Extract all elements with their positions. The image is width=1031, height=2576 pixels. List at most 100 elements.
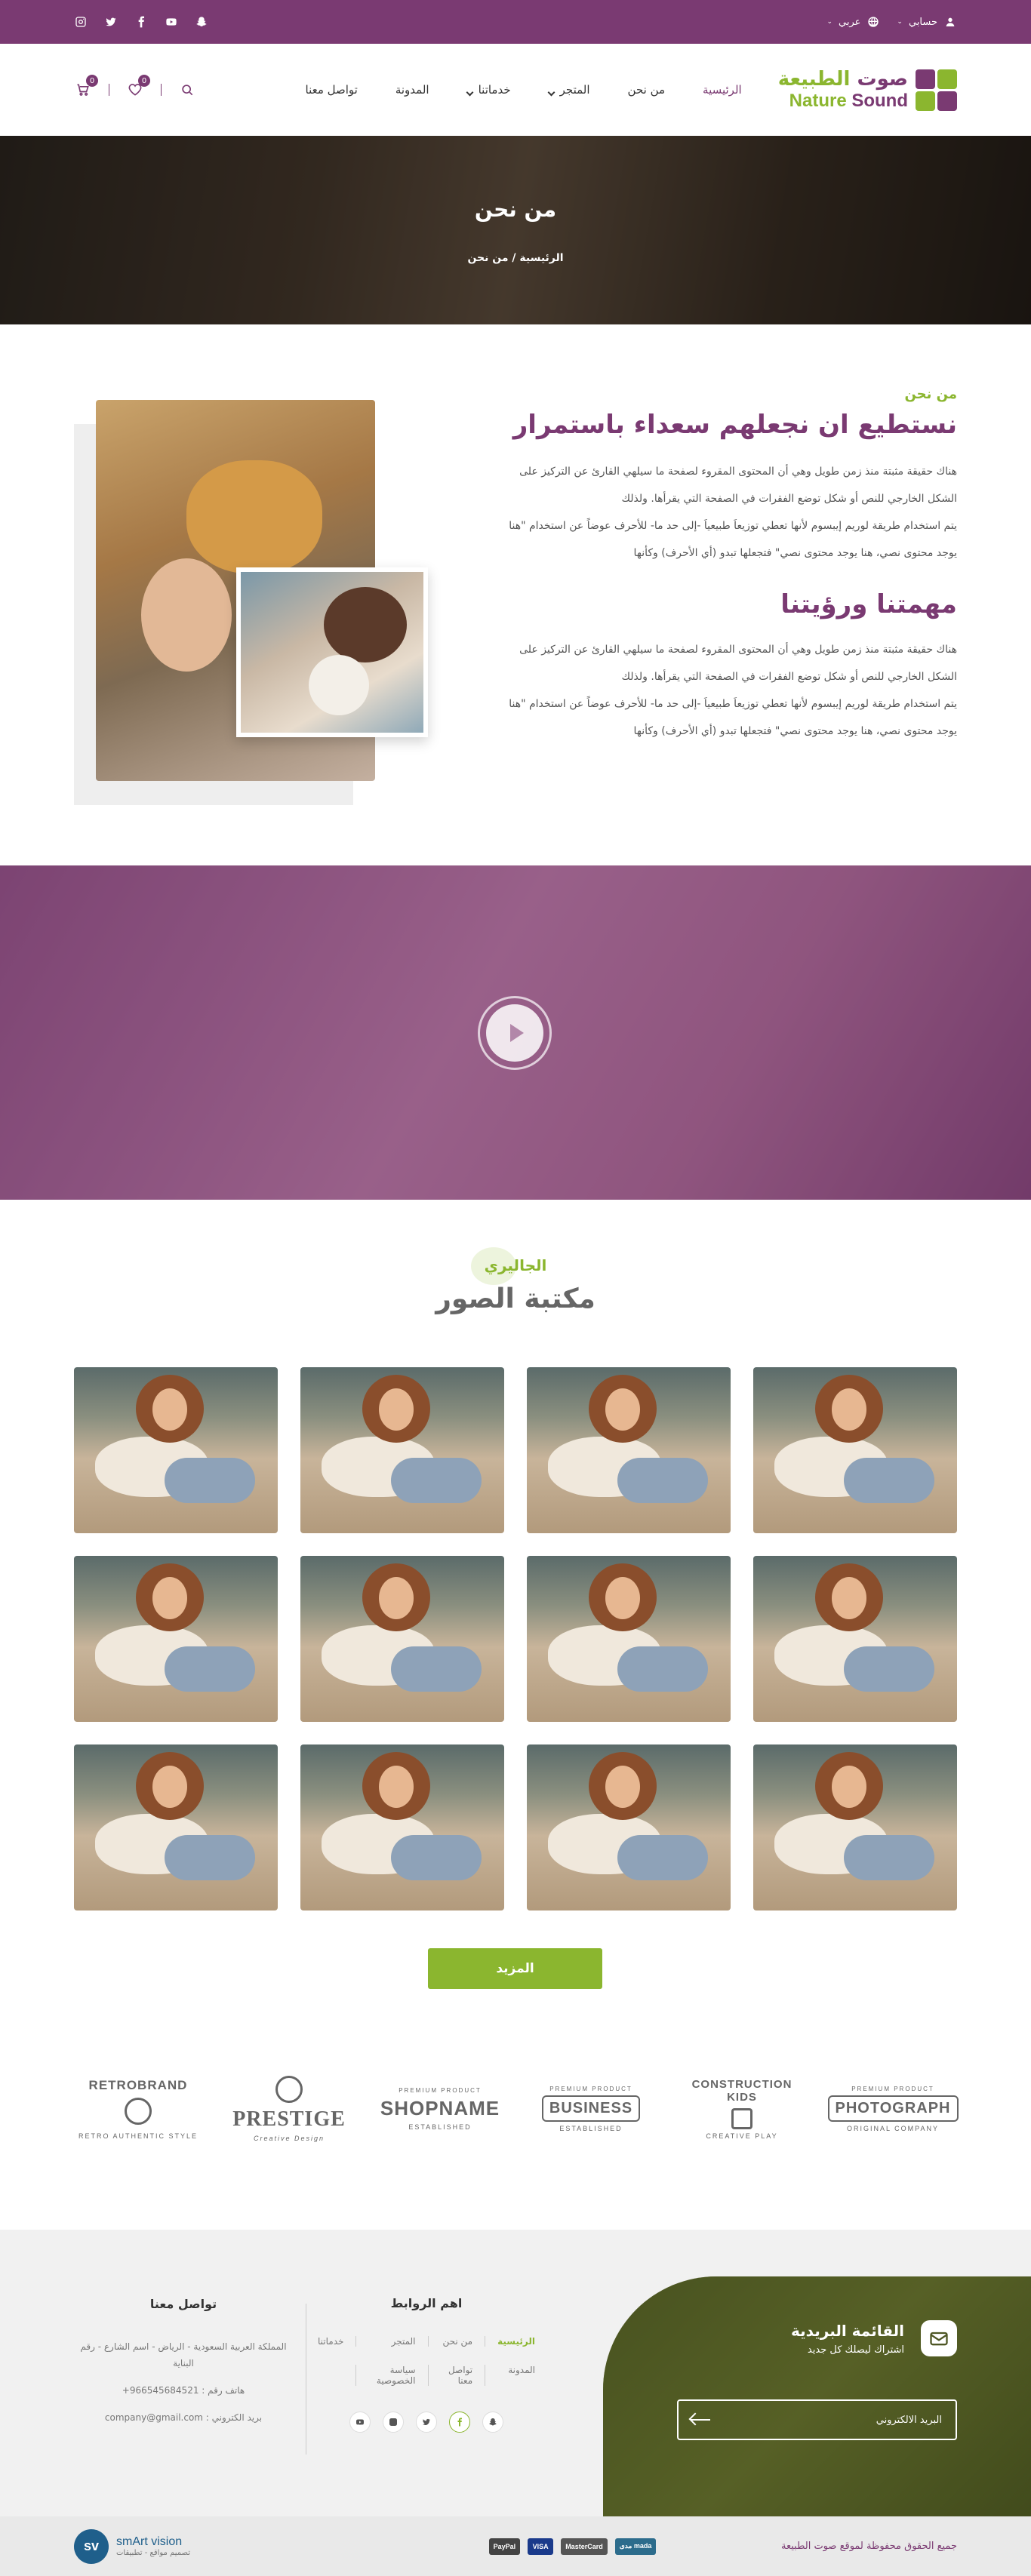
logo-english: Nature Sound bbox=[789, 91, 908, 111]
mada-icon: مدى mada bbox=[614, 2538, 657, 2555]
paypal-icon: PayPal bbox=[488, 2538, 521, 2555]
payment-methods: PayPal VISA MasterCard مدى mada bbox=[488, 2538, 657, 2555]
brand-logo[interactable]: PRESTIGE Creative Design bbox=[225, 2067, 353, 2150]
developer-credit[interactable]: sv smArt vision تصميم مواقع - تطبيقات bbox=[74, 2528, 190, 2564]
brand-logo[interactable]: PREMIUM PRODUCT PHOTOGRAPH ORIGINAL COMP… bbox=[827, 2067, 959, 2150]
brand-logo[interactable]: PREMIUM PRODUCT BUSINESS ESTABLISHED bbox=[527, 2067, 655, 2150]
bottom-bar: جميع الحقوق محفوظة لموقع صوت الطبيعة Pay… bbox=[0, 2516, 1031, 2576]
breadcrumb[interactable]: الرئيسية / من نحن bbox=[467, 252, 563, 264]
mission-paragraph-line: هناك حقيقة مثبتة منذ زمن طويل وهي أن الم… bbox=[519, 644, 957, 656]
gallery-image[interactable] bbox=[74, 1744, 278, 1910]
globe-icon bbox=[866, 15, 880, 29]
footer-contact: تواصل معنا المملكة العربية السعودية - ال… bbox=[74, 2296, 293, 2436]
about-paragraph-line: هناك حقيقة مثبتة منذ زمن طويل وهي أن الم… bbox=[519, 466, 957, 478]
about-paragraph-line: يتم استخدام طريقة لوريم إيبسوم لأنها تعط… bbox=[509, 520, 957, 532]
email-placeholder: البريد الالكتروني bbox=[876, 2414, 942, 2426]
about-inset-photo bbox=[236, 567, 428, 737]
language-switcher[interactable]: عربي ⌄ bbox=[826, 15, 880, 29]
nav-store[interactable]: المتجر bbox=[547, 83, 590, 97]
mission-paragraph-line: يوجد محتوى نصي، هنا يوجد محتوى نصي" فتجع… bbox=[633, 725, 958, 737]
brand-logos: PREMIUM PRODUCT PHOTOGRAPH ORIGINAL COMP… bbox=[74, 2064, 959, 2154]
gallery-image[interactable] bbox=[527, 1367, 731, 1533]
brand-logo[interactable]: CONSTRUCTION KIDS CREATIVE PLAY bbox=[678, 2067, 806, 2150]
gallery-image[interactable] bbox=[753, 1744, 957, 1910]
twitter-icon[interactable] bbox=[104, 15, 118, 29]
snapchat-icon[interactable] bbox=[195, 15, 208, 29]
contact-address: المملكة العربية السعودية - الرياض - اسم … bbox=[80, 2341, 287, 2369]
facebook-icon[interactable] bbox=[134, 15, 148, 29]
footer-link-privacy[interactable]: سياسة الخصوصية bbox=[355, 2365, 427, 2386]
account-label: حسابي bbox=[908, 16, 937, 28]
chevron-down-icon: ⌄ bbox=[897, 18, 903, 26]
nav-contact[interactable]: تواصل معنا bbox=[306, 83, 358, 97]
load-more-button[interactable]: المزيد bbox=[428, 1948, 602, 1989]
newsletter-subtitle: اشتراك ليصلك كل جديد bbox=[807, 2344, 904, 2356]
top-bar: حسابي ⌄ عربي ⌄ bbox=[0, 0, 1031, 44]
language-label: عربي bbox=[839, 16, 861, 28]
about-heading: نستطيع ان نجعلهم سعداء باستمرار bbox=[512, 410, 957, 440]
mission-paragraph-line: يتم استخدام طريقة لوريم إيبسوم لأنها تعط… bbox=[509, 698, 957, 710]
facebook-icon[interactable] bbox=[449, 2412, 470, 2433]
nav-about[interactable]: من نحن bbox=[628, 83, 666, 97]
video-section bbox=[0, 865, 1031, 1200]
arrow-left-icon[interactable] bbox=[689, 2412, 712, 2427]
footer-link-blog[interactable]: المدونة bbox=[485, 2365, 547, 2386]
site-footer: القائمة البريدية اشتراك ليصلك كل جديد ال… bbox=[0, 2230, 1031, 2516]
gallery-title: مكتبة الصور bbox=[435, 1283, 596, 1314]
contact-phone[interactable]: هاتف رقم : 966545684521+ bbox=[74, 2382, 293, 2399]
gallery-image[interactable] bbox=[300, 1367, 504, 1533]
gallery-image[interactable] bbox=[527, 1744, 731, 1910]
nav-home[interactable]: الرئيسية bbox=[703, 83, 742, 97]
nav-services[interactable]: خدماتنا bbox=[466, 83, 511, 97]
footer-links: اهم الروابط الرئيسية من نحن المتجر خدمات… bbox=[306, 2296, 547, 2433]
mastercard-icon: MasterCard bbox=[561, 2538, 608, 2555]
instagram-icon[interactable] bbox=[74, 15, 88, 29]
footer-links-title: اهم الروابط bbox=[390, 2296, 463, 2310]
gallery-eyebrow: الجاليري bbox=[470, 1247, 546, 1285]
brand-logo[interactable]: RETROBRAND RETRO AUTHENTIC STYLE bbox=[74, 2067, 202, 2150]
brand-logo[interactable]: PREMIUM PRODUCT SHOPNAME ESTABLISHED bbox=[376, 2067, 504, 2150]
chevron-down-icon: ⌄ bbox=[826, 18, 832, 26]
newsletter-email-input[interactable]: البريد الالكتروني bbox=[677, 2399, 957, 2440]
twitter-icon[interactable] bbox=[416, 2412, 437, 2433]
wishlist-button[interactable]: 0 bbox=[126, 75, 150, 99]
main-nav: الرئيسية من نحن المتجر خدماتنا المدونة ت… bbox=[306, 83, 742, 97]
nav-blog[interactable]: المدونة bbox=[395, 83, 429, 97]
page-hero: من نحن الرئيسية / من نحن bbox=[0, 136, 1031, 324]
gallery-image[interactable] bbox=[74, 1367, 278, 1533]
gallery-image[interactable] bbox=[753, 1556, 957, 1722]
nav-services-label: خدماتنا bbox=[478, 83, 511, 97]
footer-link-home[interactable]: الرئيسية bbox=[485, 2336, 547, 2347]
footer-link-contact[interactable]: تواصل معنا bbox=[427, 2365, 485, 2386]
page-title: من نحن bbox=[474, 196, 557, 222]
snapchat-icon[interactable] bbox=[482, 2412, 503, 2433]
account-link[interactable]: حسابي ⌄ bbox=[897, 15, 957, 29]
about-paragraph-line: الشكل الخارجي للنص أو شكل توضع الفقرات ف… bbox=[621, 493, 957, 505]
copyright-text: جميع الحقوق محفوظة لموقع صوت الطبيعة bbox=[780, 2541, 957, 2552]
site-logo[interactable]: صوت الطبيعة Nature Sound bbox=[778, 68, 957, 112]
gallery-image[interactable] bbox=[300, 1556, 504, 1722]
footer-link-store[interactable]: المتجر bbox=[355, 2336, 427, 2347]
footer-link-about[interactable]: من نحن bbox=[427, 2336, 485, 2347]
gallery-image[interactable] bbox=[753, 1367, 957, 1533]
about-paragraph-line: يوجد محتوى نصي، هنا يوجد محتوى نصي" فتجع… bbox=[633, 547, 958, 559]
divider bbox=[161, 84, 162, 96]
gallery-image[interactable] bbox=[527, 1556, 731, 1722]
user-icon bbox=[943, 15, 957, 29]
cart-button[interactable]: 0 bbox=[74, 75, 98, 99]
section-eyebrow: من نحن bbox=[891, 377, 957, 415]
search-button[interactable] bbox=[178, 81, 196, 99]
youtube-icon[interactable] bbox=[349, 2412, 371, 2433]
nav-store-label: المتجر bbox=[559, 83, 590, 97]
footer-link-services[interactable]: خدماتنا bbox=[306, 2336, 355, 2347]
contact-email[interactable]: بريد الكتروني : company@gmail.com bbox=[74, 2409, 293, 2426]
instagram-icon[interactable] bbox=[383, 2412, 404, 2433]
play-button[interactable] bbox=[478, 996, 552, 1070]
gallery-image[interactable] bbox=[300, 1744, 504, 1910]
youtube-icon[interactable] bbox=[165, 15, 178, 29]
about-section: من نحن نستطيع ان نجعلهم سعداء باستمرار ه… bbox=[0, 324, 1031, 865]
developer-tagline: تصميم مواقع - تطبيقات bbox=[116, 2549, 190, 2557]
newsletter-panel: القائمة البريدية اشتراك ليصلك كل جديد ال… bbox=[603, 2276, 1031, 2516]
gallery-image[interactable] bbox=[74, 1556, 278, 1722]
developer-name: smArt vision bbox=[116, 2535, 183, 2548]
